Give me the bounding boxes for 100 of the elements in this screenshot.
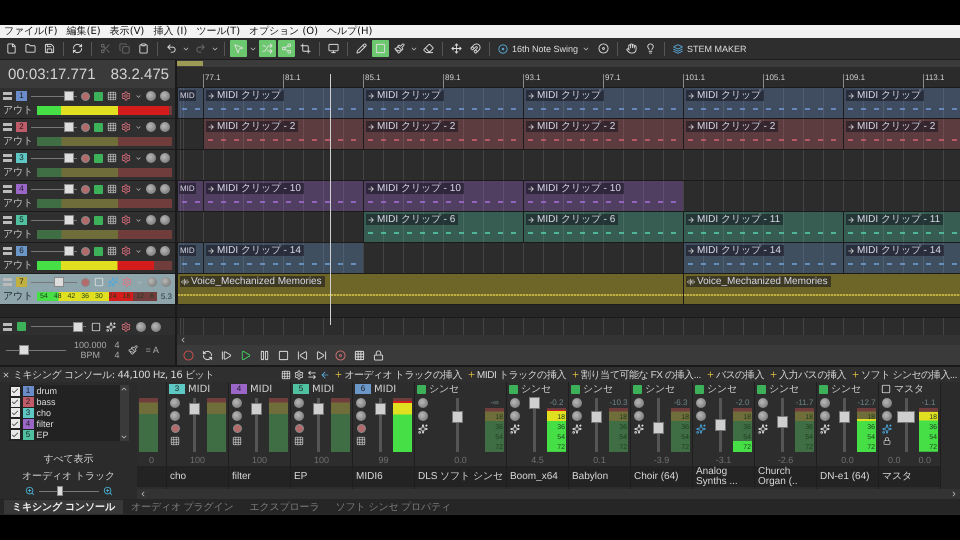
midi-clip[interactable]: MIDI クリップ - 2 [363,119,523,149]
pan-knob[interactable] [696,398,706,408]
strip-name-cell[interactable]: Babylon [569,466,630,487]
midi-clip[interactable]: MIDI クリップ - 2 [523,119,683,149]
caret-icon[interactable] [135,154,142,162]
fader-thumb[interactable] [776,416,788,428]
track-name[interactable]: drum [36,386,58,396]
record-mode-button[interactable] [335,350,346,360]
gain-knob[interactable] [356,411,366,421]
key-value[interactable]: = A [146,345,159,355]
timeline-ruler[interactable]: 77.1 81.1 85.1 89.1 93.1 97.1 101.1 105.1 109.1 113.1 [177,60,960,88]
strip-name-cell[interactable]: Church Organ (.. [755,466,816,487]
fader-thumb[interactable] [312,402,324,415]
play-button[interactable] [240,350,251,360]
menu-item[interactable]: ヘルプ(H) [327,26,372,38]
grid-icon[interactable] [107,153,117,163]
grid-icon[interactable] [107,246,117,256]
menu-item[interactable]: 挿入 (I) [153,26,188,38]
arrow-left-icon[interactable] [320,370,330,380]
timeline-scrollbar[interactable] [177,60,960,67]
track-toggle-icon[interactable] [3,154,12,162]
time-signature[interactable]: 4 [114,350,120,360]
checkbox[interactable] [10,408,20,418]
fader-thumb[interactable] [897,410,916,423]
pan-knob[interactable] [356,398,366,408]
caret-icon[interactable] [135,248,142,254]
midi-clip[interactable]: MIDI クリップ - 14 [683,243,843,273]
grid-icon[interactable] [294,436,304,446]
scroll-left-icon[interactable] [139,490,147,498]
insert-button[interactable]: オーディオ トラックの挿入 [333,368,463,382]
pan-knob[interactable] [146,215,156,225]
slider-thumb[interactable] [64,246,74,256]
pan-knob[interactable] [170,398,180,408]
pan-knob[interactable] [418,398,428,408]
track-header[interactable]: 5 アウト [0,212,175,243]
pan-knob[interactable] [232,398,242,408]
gain-knob[interactable] [160,122,170,132]
fader-thumb[interactable] [528,397,540,410]
record-arm-button[interactable] [81,92,90,100]
grid-icon[interactable] [107,184,117,194]
record-button[interactable] [183,350,194,360]
menu-item[interactable]: ファイル(F) [4,26,58,38]
panel-tab[interactable]: エクスプローラ [242,500,328,514]
caret-icon[interactable] [135,124,142,130]
record-arm-button[interactable] [232,424,242,433]
track-name[interactable]: cho [36,408,52,418]
grid-icon[interactable] [232,436,242,446]
slider-thumb[interactable] [56,486,62,496]
track-toggle-icon[interactable] [3,322,12,330]
play-from-button[interactable] [221,350,232,360]
strip-name-cell[interactable]: MIDI6 [353,466,414,487]
gain-knob[interactable] [820,411,830,421]
grid-icon[interactable] [356,436,366,446]
grid-icon[interactable] [107,91,117,101]
strip-name-cell[interactable]: cho [167,466,228,487]
midi-clip[interactable]: MIDI クリップ - 6 [523,212,683,242]
pan-knob[interactable] [146,246,156,256]
midi-clip[interactable]: MIDI クリップ [523,88,683,118]
caret-icon[interactable] [135,186,142,192]
midi-clip[interactable]: MID [177,243,203,273]
tempo-value[interactable]: 100.000 [74,340,107,350]
scroll-thumb[interactable] [177,61,203,66]
rewind-button[interactable] [297,350,308,360]
record-arm-button[interactable] [170,424,180,433]
insert-button[interactable]: 割り当て可能な FX の挿入... [570,368,702,382]
gain-knob[interactable] [160,184,170,194]
midi-clip[interactable]: MIDI クリップ [843,88,960,118]
insert-button[interactable]: ソフト シンセの挿入... [850,368,958,382]
caret-icon[interactable] [135,92,142,100]
zoom-out-icon[interactable] [24,486,34,496]
track-name[interactable]: EP [36,430,49,440]
horizontal-scrollbar[interactable] [177,335,960,345]
stem-maker-button[interactable]: STEM MAKER [670,44,750,54]
pan-knob[interactable] [758,398,768,408]
gain-knob[interactable] [572,411,582,421]
gain-knob[interactable] [758,411,768,421]
track-name[interactable]: bass [36,397,56,408]
track-toggle-icon[interactable] [3,185,12,193]
panel-tab[interactable]: ミキシング コンソール [4,500,123,514]
strip-name-cell[interactable]: DLS ソフト シンセ [415,466,506,487]
panel-tab[interactable]: ソフト シンセ プロパティ [328,500,460,514]
midi-clip[interactable]: MIDI クリップ - 10 [523,181,683,211]
midi-clip[interactable]: MIDI クリップ - 14 [203,243,363,273]
fader-thumb[interactable] [452,410,462,423]
gain-knob[interactable] [634,411,644,421]
menu-item[interactable]: 編集(E) [66,26,101,38]
pan-knob[interactable] [882,398,892,408]
gain-knob[interactable] [170,411,180,421]
pause-button[interactable] [259,350,270,360]
record-arm-button[interactable] [81,122,90,132]
gain-knob[interactable] [160,215,170,225]
fader-thumb[interactable] [374,402,386,415]
scroll-right-icon[interactable] [950,490,958,498]
fader-thumb[interactable] [250,402,262,415]
checkbox[interactable] [10,386,20,396]
gain-knob[interactable] [294,411,304,421]
strip-name-cell[interactable]: Choir (64) [631,466,692,487]
grid-button[interactable] [354,350,365,360]
midi-clip[interactable]: MIDI クリップ - 11 [843,212,960,242]
pan-knob[interactable] [146,184,156,194]
